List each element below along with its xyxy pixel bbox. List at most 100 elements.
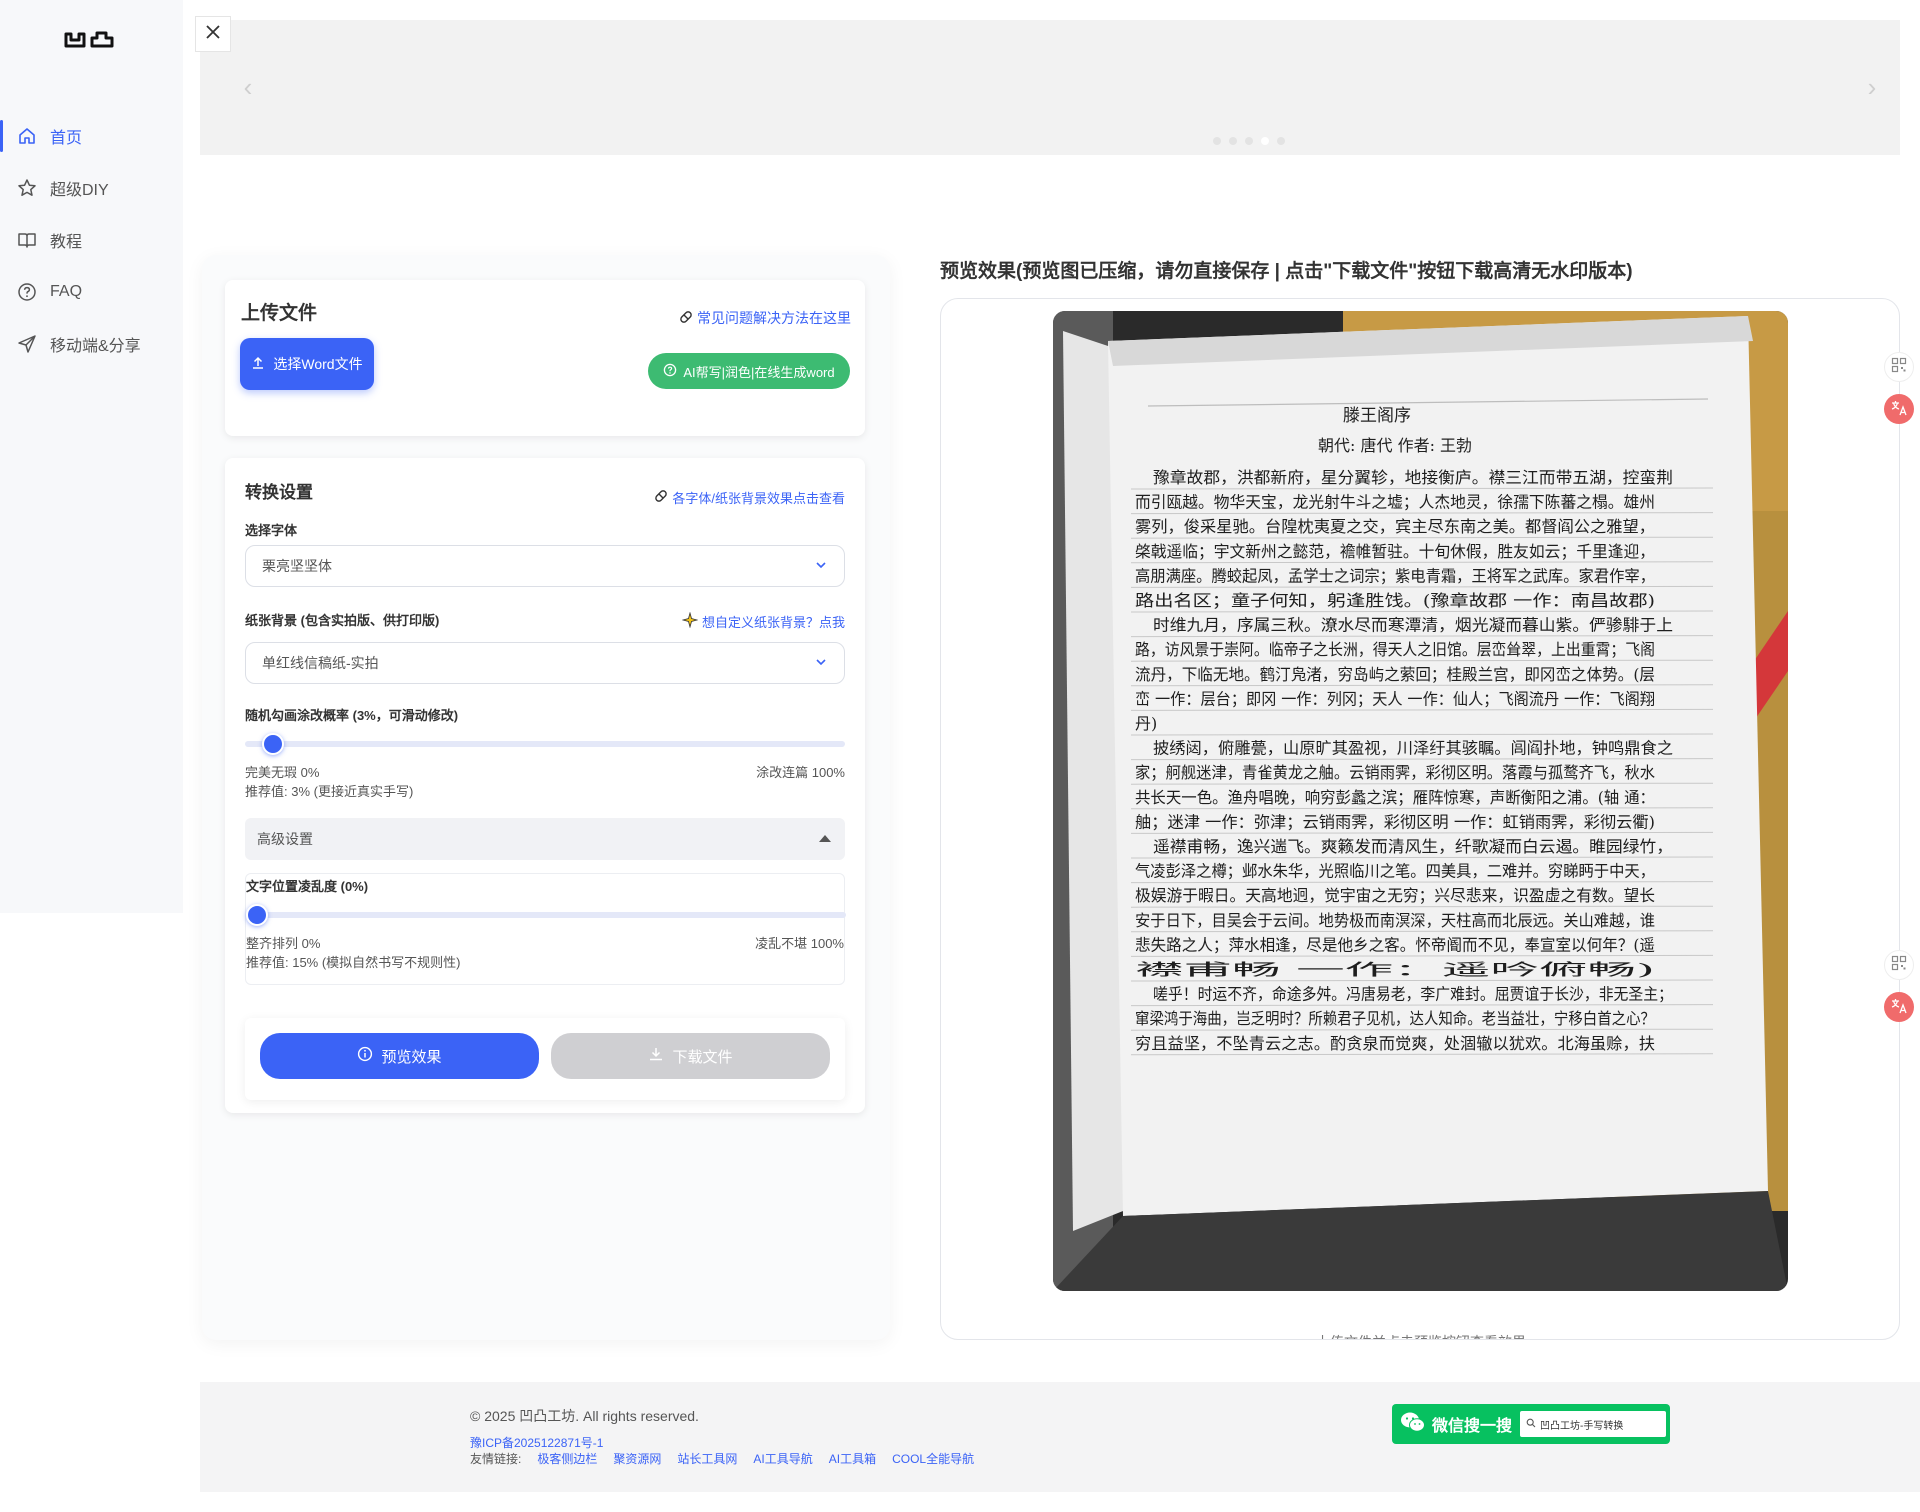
sidebar-item-mobile-share[interactable]: 移动端&分享	[0, 318, 183, 370]
carousel-dot[interactable]	[1245, 137, 1253, 145]
wechat-search-query: 凹凸工坊-手写转换	[1540, 1420, 1624, 1432]
wechat-icon	[1400, 1411, 1426, 1438]
translate-icon	[1890, 997, 1908, 1018]
jitter-min-label: 整齐排列 0%	[246, 936, 321, 951]
advanced-settings-panel: 文字位置凌乱度 (0%) 整齐排列 0% 凌乱不堪 100% 推荐值: 15% …	[245, 873, 846, 985]
qr-code-button[interactable]	[1884, 950, 1914, 980]
paper-select-label: 纸张背景 (包含实拍版、供打印版)	[245, 613, 440, 628]
carousel-next-icon[interactable]: ›	[1860, 72, 1884, 102]
upload-card: 上传文件 常见问题解决方法在这里 选择Word文件 AI帮写|润色|在线生成wo…	[225, 280, 865, 436]
slider-track	[246, 912, 846, 918]
doc-line: 丹)	[1135, 714, 1157, 733]
advanced-settings-toggle[interactable]: 高级设置	[245, 818, 845, 860]
jitter-max-label: 凌乱不堪 100%	[755, 936, 844, 951]
sidebar-item-tutorial[interactable]: 教程	[0, 214, 183, 266]
sidebar-item-label: 超级DIY	[50, 182, 109, 199]
doc-line: 时维九月，序属三秋。潦水尽而寒潭清，烟光凝而暮山紫。俨骖騑于上	[1153, 616, 1673, 635]
download-icon	[648, 1046, 664, 1066]
carousel-prev-icon[interactable]: ‹	[236, 72, 260, 102]
faq-help-link-text: 常见问题解决方法在这里	[697, 310, 851, 326]
action-bar: 预览效果 下载文件	[245, 1018, 845, 1100]
floating-tools-top	[1884, 352, 1916, 436]
doc-line: 穷且益坚，不坠青云之志。酌贪泉而觉爽，处涸辙以犹欢。北海虽赊，扶	[1135, 1034, 1655, 1053]
help-circle-icon	[663, 363, 677, 380]
scribble-max-label: 涂改连篇 100%	[756, 765, 845, 780]
logo[interactable]	[64, 28, 116, 52]
wechat-search-banner[interactable]: 微信搜一搜 凹凸工坊-手写转换	[1392, 1404, 1670, 1444]
qr-code-icon	[1891, 357, 1907, 378]
carousel-dot[interactable]	[1229, 137, 1237, 145]
conversion-settings-card: 转换设置 各字体/纸张背景效果点击查看 选择字体 栗亮坚坚体 纸张背景 (包含实…	[225, 458, 865, 1113]
sidebar: 首页 超级DIY 教程 FAQ 移动端&分享	[0, 0, 183, 913]
paper-select[interactable]: 单红线信稿纸-实拍	[245, 642, 845, 684]
preview-title: 预览效果(预览图已压缩，请勿直接保存 | 点击"下载文件"按钮下载高清无水印版本…	[940, 261, 1633, 282]
doc-line: 安于日下，目吴会于云间。地势极而南溟深，天柱高而北辰远。关山难越，谁	[1135, 911, 1655, 930]
search-icon	[1526, 1418, 1536, 1431]
slider-thumb[interactable]	[246, 904, 268, 926]
carousel-dot[interactable]	[1213, 137, 1221, 145]
book-icon	[16, 229, 38, 251]
close-banner-button[interactable]	[195, 16, 231, 52]
friend-link[interactable]: 站长工具网	[677, 1450, 737, 1467]
doc-line: 高朋满座。腾蛟起凤，孟学士之词宗；紫电青霜，王将军之武库。家君作宰，	[1135, 566, 1655, 585]
preview-button[interactable]: 预览效果	[260, 1033, 539, 1079]
slider-thumb[interactable]	[262, 733, 285, 755]
scribble-slider[interactable]	[245, 733, 845, 755]
icp-link[interactable]: 豫ICP备2025122871号-1	[470, 1434, 603, 1451]
paper-select-value: 单红线信稿纸-实拍	[262, 655, 379, 671]
ai-write-button[interactable]: AI帮写|润色|在线生成word	[648, 353, 850, 389]
custom-paper-link[interactable]: 想自定义纸张背景？点我	[681, 611, 845, 631]
font-select-label: 选择字体	[245, 523, 298, 538]
floating-tools-bottom	[1884, 950, 1916, 1034]
upload-icon	[251, 356, 265, 373]
friend-link[interactable]: AI工具箱	[829, 1450, 876, 1467]
carousel-dot-active[interactable]	[1261, 137, 1269, 145]
friend-link[interactable]: AI工具导航	[753, 1450, 812, 1467]
doc-line: 披绣闼，俯雕甍，山原旷其盈视，川泽纡其骇瞩。闾阎扑地，钟鸣鼎食之	[1153, 739, 1673, 758]
close-icon	[205, 24, 221, 45]
font-select[interactable]: 栗亮坚坚体	[245, 545, 845, 587]
settings-title: 转换设置	[245, 483, 313, 502]
sidebar-item-super-diy[interactable]: 超级DIY	[0, 162, 183, 214]
jitter-label: 文字位置凌乱度 (0%)	[246, 879, 369, 894]
banner-carousel: ‹ ›	[200, 20, 1900, 155]
doc-line: 家；舸舰迷津，青雀黄龙之舳。云销雨霁，彩彻区明。落霞与孤鹜齐飞，秋水	[1135, 763, 1655, 782]
preview-image: 滕王阁序 朝代: 唐代 作者: 王勃 豫章故郡，洪都新府，星分翼轸，地接衡庐。襟…	[1053, 311, 1788, 1291]
font-effects-link-text: 各字体/纸张背景效果点击查看	[672, 491, 845, 506]
doc-line: 遥襟甫畅，逸兴遄飞。爽籁发而清风生，纤歌凝而白云遏。睢园绿竹，	[1153, 837, 1673, 856]
doc-line: 襟甫畅 一作：遥吟俯畅)	[1135, 960, 1655, 979]
faq-help-link[interactable]: 常见问题解决方法在这里	[679, 308, 851, 328]
doc-line: 豫章故郡，洪都新府，星分翼轸，地接衡庐。襟三江而带五湖，控蛮荆	[1153, 468, 1673, 487]
sidebar-item-label: 教程	[50, 234, 83, 251]
carousel-dots	[1213, 137, 1285, 145]
download-button[interactable]: 下载文件	[551, 1033, 830, 1079]
question-circle-icon	[16, 281, 38, 303]
friend-link[interactable]: COOL全能导航	[892, 1450, 974, 1467]
pill-icon	[679, 310, 693, 327]
scribble-label: 随机勾画涂改概率 (3%，可滑动修改)	[245, 708, 459, 723]
wechat-search-box: 凹凸工坊-手写转换	[1520, 1411, 1667, 1437]
font-effects-link[interactable]: 各字体/纸张背景效果点击查看	[654, 488, 845, 507]
star-icon	[16, 177, 38, 199]
jitter-slider[interactable]	[246, 904, 846, 926]
pill-icon	[654, 489, 668, 506]
select-word-file-label: 选择Word文件	[273, 356, 363, 372]
sidebar-item-faq[interactable]: FAQ	[0, 266, 183, 318]
translate-button[interactable]	[1884, 394, 1914, 424]
friend-link[interactable]: 聚资源网	[613, 1450, 661, 1467]
info-icon	[357, 1046, 373, 1066]
footer: © 2025 凹凸工坊. All rights reserved. 豫ICP备2…	[200, 1382, 1920, 1492]
doc-line: 极娱游于暇日。天高地迥，觉宇宙之无穷；兴尽悲来，识盈虚之有数。望长	[1135, 886, 1655, 905]
doc-line: 舳；迷津 一作：弥津；云销雨霁，彩彻区明 一作：虹销雨霁，彩彻云衢)	[1135, 812, 1655, 831]
friend-link[interactable]: 极客侧边栏	[537, 1450, 597, 1467]
custom-paper-link-text: 想自定义纸张背景？点我	[701, 615, 845, 630]
sidebar-item-home[interactable]: 首页	[0, 110, 183, 162]
carousel-dot[interactable]	[1277, 137, 1285, 145]
download-button-label: 下载文件	[672, 1048, 733, 1066]
translate-button[interactable]	[1884, 992, 1914, 1022]
select-word-file-button[interactable]: 选择Word文件	[240, 338, 374, 390]
qr-code-button[interactable]	[1884, 352, 1914, 382]
sparkle-icon	[681, 611, 699, 631]
friend-links: 友情链接: 极客侧边栏 聚资源网 站长工具网 AI工具导航 AI工具箱 COOL…	[470, 1450, 974, 1467]
advanced-settings-label: 高级设置	[257, 831, 313, 847]
